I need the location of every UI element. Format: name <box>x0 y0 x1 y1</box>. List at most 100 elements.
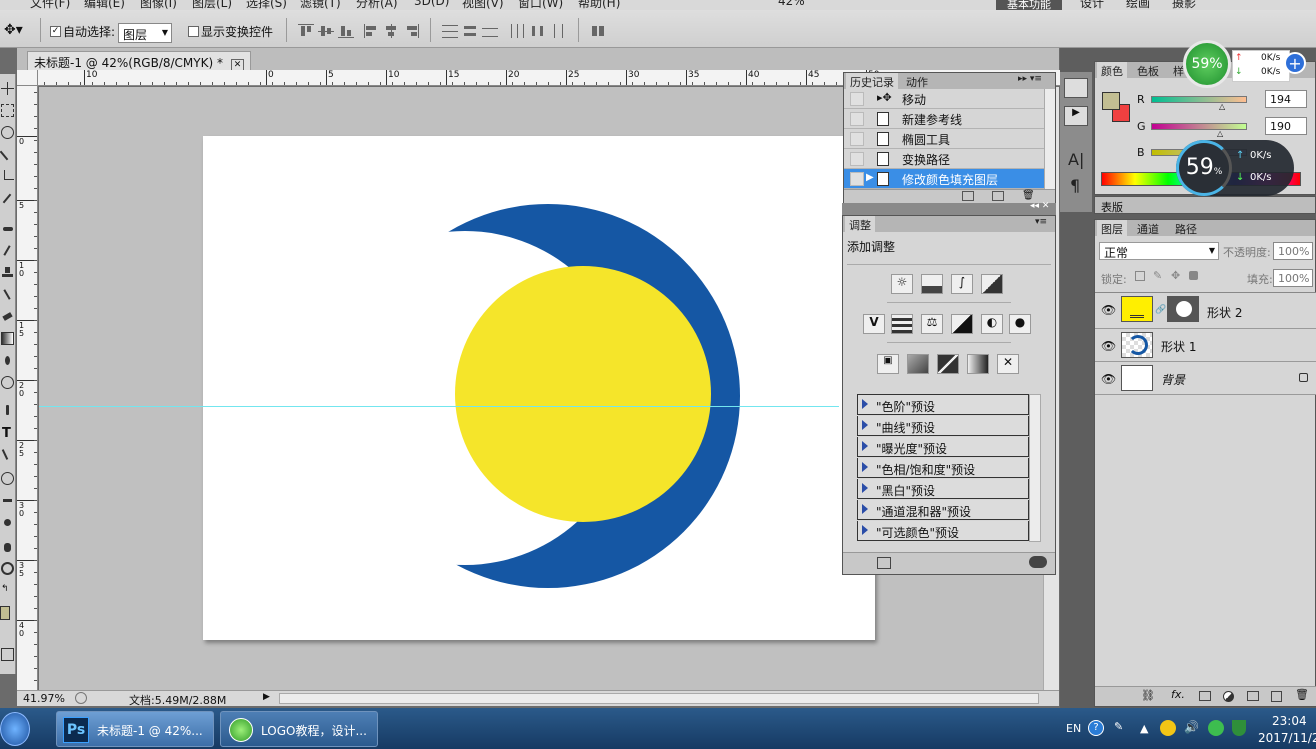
black-white-icon[interactable] <box>951 314 973 334</box>
hue-saturation-presets[interactable]: "色相/饱和度"预设 <box>857 458 1029 478</box>
history-brush-icon[interactable] <box>1 288 14 301</box>
align-right-icon[interactable] <box>404 24 420 38</box>
zoom-level[interactable]: 41.97% <box>23 692 65 705</box>
black-white-presets[interactable]: "黑白"预设 <box>857 479 1029 499</box>
dodge-tool-icon[interactable] <box>1 376 14 389</box>
history-snapshot-box[interactable] <box>850 112 864 126</box>
styles-tab[interactable]: 表版 <box>1101 199 1123 215</box>
eraser-tool-icon[interactable] <box>1 310 14 323</box>
language-indicator[interactable]: EN <box>1066 722 1081 735</box>
volume-icon[interactable]: 🔊 <box>1184 720 1199 734</box>
gradient-map-icon[interactable] <box>967 354 989 374</box>
invert-icon[interactable]: ▣ <box>877 354 899 374</box>
history-item-modify-fill[interactable]: ▶ 修改颜色填充图层 <box>844 169 1044 189</box>
taskbar-photoshop[interactable]: Ps 未标题-1 @ 42%... <box>56 711 214 747</box>
tab-channels[interactable]: 通道 <box>1133 220 1163 236</box>
distribute-top-icon[interactable] <box>442 24 458 38</box>
tab-color[interactable]: 颜色 <box>1097 62 1127 78</box>
brush-preset-icon[interactable] <box>1064 78 1088 98</box>
horizontal-scrollbar[interactable] <box>279 693 1039 704</box>
layer-row[interactable]: 👁 形状 1 <box>1095 329 1316 362</box>
layer-row[interactable]: 👁 🔗 形状 2 <box>1095 293 1316 329</box>
new-snapshot-icon[interactable] <box>962 191 974 201</box>
history-item-new-guide[interactable]: 新建参考线 <box>844 109 1044 129</box>
distribute-right-icon[interactable] <box>550 24 566 38</box>
hue-saturation-icon[interactable] <box>891 314 913 334</box>
layer-row[interactable]: 👁 背景 <box>1095 362 1316 395</box>
clip-to-layer-icon[interactable] <box>877 557 891 569</box>
workspace-photo[interactable]: 摄影 <box>1172 0 1196 10</box>
menu-select[interactable]: 选择(S) <box>246 0 287 10</box>
tray-arrow-icon[interactable]: ▲ <box>1140 722 1148 735</box>
ime-icon[interactable]: ✎ <box>1114 720 1123 733</box>
curves-icon[interactable]: ∫ <box>951 274 973 294</box>
history-item-transform-path[interactable]: 变换路径 <box>844 149 1044 169</box>
speed-widget-overlay[interactable]: 59% ↑ 0K/s ↓ 0K/s <box>1176 140 1294 196</box>
hand-tool-icon[interactable] <box>1 540 14 553</box>
link-layers-icon[interactable]: ⛓ <box>1141 689 1155 702</box>
distribute-left-icon[interactable] <box>510 24 526 38</box>
history-item-move[interactable]: ▸✥ 移动 <box>844 89 1044 109</box>
new-adjustment-layer-icon[interactable] <box>1223 691 1234 702</box>
channel-mixer-icon[interactable]: ● <box>1009 314 1031 334</box>
start-button[interactable] <box>0 712 30 746</box>
new-group-icon[interactable] <box>1247 691 1259 701</box>
levels-presets[interactable]: "色阶"预设 <box>857 395 1029 415</box>
new-layer-icon[interactable] <box>1271 691 1282 702</box>
character-panel-icon[interactable]: A| <box>1068 150 1084 169</box>
selective-color-icon[interactable]: ✕ <box>997 354 1019 374</box>
menu-image[interactable]: 图像(I) <box>140 0 177 10</box>
menu-edit[interactable]: 编辑(E) <box>84 0 125 10</box>
move-tool-icon[interactable] <box>1 82 14 95</box>
history-scrollbar[interactable] <box>1044 89 1055 189</box>
auto-align-icon[interactable] <box>590 24 606 38</box>
menu-filter[interactable]: 滤镜(T) <box>300 0 341 10</box>
magic-wand-icon[interactable] <box>0 148 14 161</box>
align-vcenter-icon[interactable] <box>318 24 334 38</box>
history-snapshot-box[interactable] <box>850 172 864 186</box>
marquee-tool-icon[interactable] <box>1 104 14 117</box>
lasso-tool-icon[interactable] <box>1 126 14 139</box>
swap-colors-icon[interactable]: ↰ <box>1 584 14 597</box>
shape-tool-icon[interactable] <box>1 472 14 485</box>
document-tab[interactable]: 未标题-1 @ 42%(RGB/8/CMYK) * ✕ <box>27 51 252 71</box>
layer-mask-thumbnail[interactable] <box>1167 296 1199 322</box>
add-mask-icon[interactable] <box>1199 691 1211 701</box>
workspace-design[interactable]: 设计 <box>1080 0 1104 10</box>
channel-r-slider[interactable] <box>1151 96 1247 103</box>
shield-icon[interactable] <box>1232 720 1246 736</box>
history-snapshot-box[interactable] <box>850 92 864 106</box>
status-menu-arrow-icon[interactable]: ▶ <box>263 692 270 702</box>
tab-actions[interactable]: 动作 <box>902 73 932 89</box>
guide-line[interactable] <box>39 406 839 407</box>
channel-g-input[interactable]: 190 <box>1265 117 1307 135</box>
move-tool-icon[interactable]: ✥▾ <box>4 22 23 38</box>
clock-date[interactable]: 2017/11/2 <box>1258 731 1316 745</box>
crop-tool-icon[interactable] <box>1 170 14 183</box>
security-icon[interactable] <box>1208 720 1224 736</box>
tab-swatches[interactable]: 色板 <box>1133 62 1163 78</box>
photo-filter-icon[interactable]: ◐ <box>981 314 1003 334</box>
layer-thumbnail[interactable] <box>1121 365 1153 391</box>
panel-menu-icon[interactable]: ▾≡ <box>1031 216 1051 232</box>
menu-view[interactable]: 视图(V) <box>462 0 504 10</box>
document-canvas[interactable] <box>203 136 875 640</box>
tab-layers[interactable]: 图层 <box>1097 220 1127 236</box>
add-icon[interactable]: + <box>1284 52 1306 74</box>
posterize-icon[interactable] <box>907 354 929 374</box>
history-snapshot-box[interactable] <box>850 152 864 166</box>
color-balance-icon[interactable]: ⚖ <box>921 314 943 334</box>
foreground-color-swatch[interactable] <box>1102 92 1120 110</box>
slider-thumb-icon[interactable]: △ <box>1219 102 1225 111</box>
brightness-contrast-icon[interactable]: ☼ <box>891 274 913 294</box>
history-snapshot-box[interactable] <box>850 132 864 146</box>
type-tool-icon[interactable]: T <box>2 426 11 441</box>
auto-select-dropdown[interactable]: 图层 ▼ <box>118 23 172 43</box>
menu-analysis[interactable]: 分析(A) <box>356 0 398 10</box>
layer-name[interactable]: 背景 <box>1161 371 1185 388</box>
path-select-icon[interactable] <box>1 448 14 461</box>
3d-orbit-icon[interactable] <box>1 516 14 529</box>
levels-icon[interactable] <box>921 274 943 294</box>
3d-rotate-icon[interactable] <box>1 494 14 507</box>
blur-tool-icon[interactable] <box>1 354 14 367</box>
